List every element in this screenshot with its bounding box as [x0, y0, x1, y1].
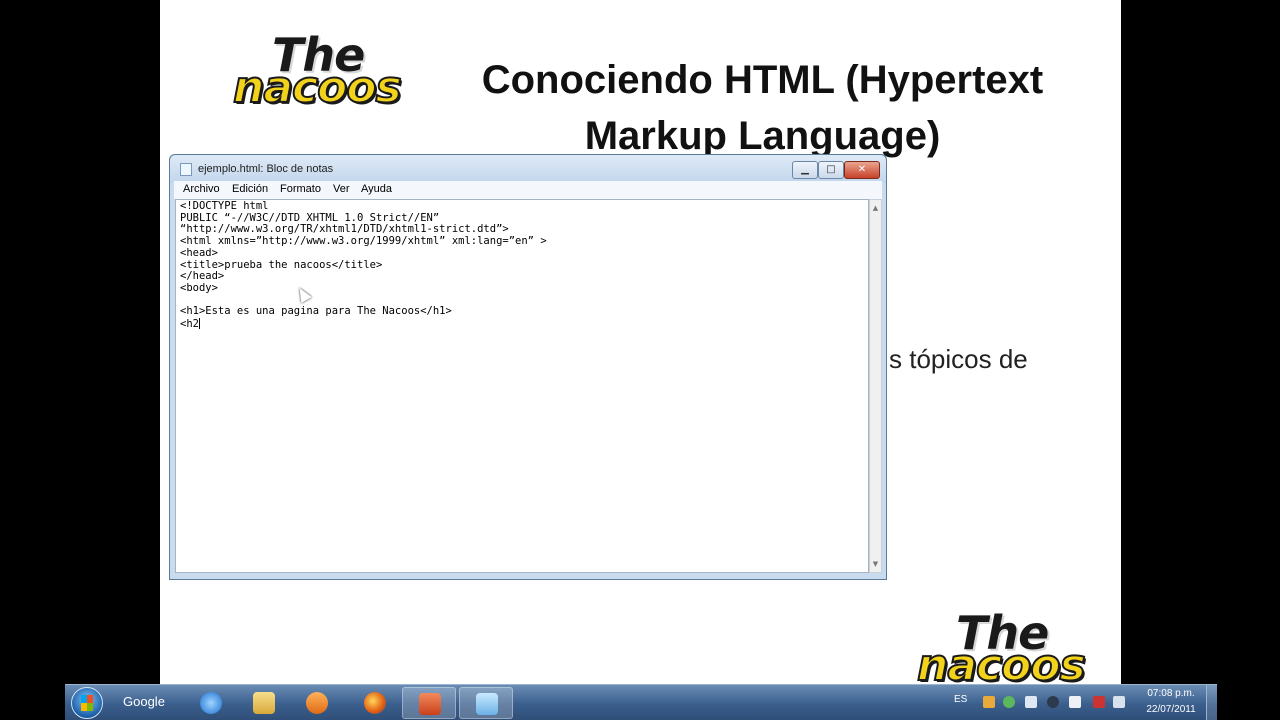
taskbar: Google ES 07:08 p.m. 22/07/2011 [65, 684, 1217, 720]
close-icon: ✕ [857, 164, 867, 175]
menu-archivo[interactable]: Archivo [183, 183, 220, 195]
vertical-scrollbar[interactable]: ▲ ▼ [869, 199, 882, 573]
windows-start-icon[interactable] [71, 687, 103, 719]
tray-status-icon[interactable] [1003, 696, 1015, 708]
clock-date[interactable]: 22/07/2011 [1139, 704, 1203, 715]
show-desktop-button[interactable] [1206, 685, 1217, 720]
internet-explorer-icon [200, 692, 222, 714]
taskbar-internet-explorer[interactable] [184, 687, 238, 719]
scroll-down-arrow-icon[interactable]: ▼ [870, 558, 881, 570]
volume-icon[interactable] [1113, 696, 1125, 708]
minimize-button[interactable]: ▁ [792, 161, 818, 179]
tray-security-icon[interactable] [1047, 696, 1059, 708]
powerpoint-icon [419, 693, 441, 715]
taskbar-powerpoint[interactable] [402, 687, 456, 719]
taskbar-firefox[interactable] [348, 687, 402, 719]
slide-body-text: s tópicos de [889, 344, 1028, 374]
text-caret [198, 318, 200, 330]
taskbar-notepad[interactable] [459, 687, 513, 719]
media-player-icon [306, 692, 328, 714]
notepad-app-icon[interactable] [180, 163, 192, 176]
menu-ayuda[interactable]: Ayuda [361, 183, 392, 195]
menu-formato[interactable]: Formato [280, 183, 321, 195]
slide-title: Conociendo HTML (Hypertext Markup Langua… [481, 58, 1044, 158]
window-titlebar[interactable]: ejemplo.html: Bloc de notas ▁ □ ✕ [170, 155, 886, 183]
the-nacoos-logo-bottom-nacoos: nacoos [916, 639, 1087, 684]
maximize-button[interactable]: □ [818, 161, 844, 179]
notepad-icon [476, 693, 498, 715]
notepad-window[interactable]: ejemplo.html: Bloc de notas ▁ □ ✕ Archiv… [169, 154, 887, 580]
scroll-up-arrow-icon[interactable]: ▲ [870, 202, 881, 214]
folder-icon [253, 692, 275, 714]
editor-content: <!DOCTYPE html PUBLIC “-//W3C//DTD XHTML… [180, 200, 547, 331]
window-title: ejemplo.html: Bloc de notas [198, 163, 334, 175]
action-center-flag-icon[interactable] [1025, 696, 1037, 708]
tray-app-icon[interactable] [983, 696, 995, 708]
close-button[interactable]: ✕ [844, 161, 880, 179]
google-toolbar-label[interactable]: Google [123, 694, 165, 709]
taskbar-file-explorer[interactable] [237, 687, 291, 719]
firefox-icon [364, 692, 386, 714]
menu-ver[interactable]: Ver [333, 183, 350, 195]
tray-device-icon[interactable] [1069, 696, 1081, 708]
maximize-icon: □ [826, 164, 836, 175]
minimize-icon: ▁ [801, 164, 809, 175]
language-indicator[interactable]: ES [954, 694, 967, 705]
network-icon[interactable] [1093, 696, 1105, 708]
clock-time[interactable]: 07:08 p.m. [1143, 688, 1199, 699]
the-nacoos-logo-top-nacoos: nacoos [232, 61, 403, 114]
menu-bar: Archivo Edición Formato Ver Ayuda [174, 181, 882, 200]
text-editor-area[interactable]: <!DOCTYPE html PUBLIC “-//W3C//DTD XHTML… [175, 199, 869, 573]
menu-edicion[interactable]: Edición [232, 183, 268, 195]
taskbar-media-player[interactable] [290, 687, 344, 719]
